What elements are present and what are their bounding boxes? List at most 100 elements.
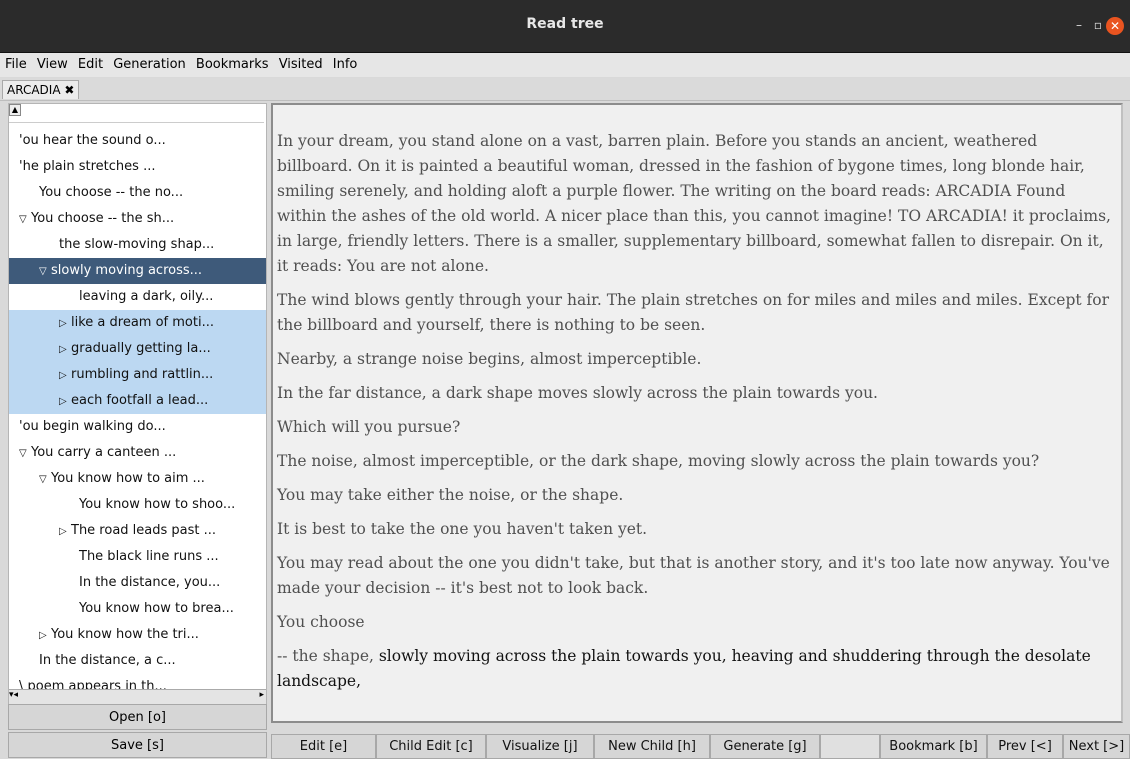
tree-node-label: You know how the tri... — [51, 627, 199, 642]
story-paragraph: It is best to take the one you haven't t… — [277, 520, 648, 538]
minimize-button[interactable]: – — [1076, 18, 1082, 32]
tree-node[interactable]: ▽ You know how to aim ... — [9, 466, 266, 492]
expand-arrow-icon[interactable]: ▷ — [59, 519, 71, 544]
tree-node[interactable]: You know how to brea... — [9, 596, 266, 622]
tree-node-label: In the distance, you... — [79, 575, 221, 590]
tree-node-label: slowly moving across... — [51, 263, 203, 278]
tree-header-field[interactable]: ▲ — [9, 104, 264, 123]
collapse-arrow-icon[interactable]: ▽ — [19, 207, 31, 232]
tree-node[interactable]: ▷ like a dream of moti... — [9, 310, 266, 336]
story-prefix: -- the shape, — [277, 647, 379, 665]
tree-panel: ▲ 'ou hear the sound o... 'he plain stret… — [8, 103, 267, 705]
expand-arrow-icon[interactable]: ▷ — [59, 389, 71, 414]
tree-node-label: the slow-moving shap... — [59, 237, 215, 252]
tree-node-label: leaving a dark, oily... — [79, 289, 214, 304]
tree-node[interactable]: 'ou begin walking do... — [9, 414, 266, 440]
menu-bar: File View Edit Generation Bookmarks Visi… — [0, 53, 1130, 77]
tree-node-label: You know how to brea... — [79, 601, 234, 616]
tree-node-label: 'ou hear the sound o... — [19, 133, 166, 148]
menu-edit[interactable]: Edit — [75, 53, 106, 76]
tree-node[interactable]: the slow-moving shap... — [9, 232, 266, 258]
scroll-right-icon[interactable]: ▸ — [259, 690, 264, 700]
scroll-down-left-icon[interactable]: ▾◂ — [9, 690, 18, 700]
story-text: In your dream, you stand alone on a vast… — [277, 129, 1117, 703]
tree-node[interactable]: leaving a dark, oily... — [9, 284, 266, 310]
tree-node[interactable]: ▷ rumbling and rattlin... — [9, 362, 266, 388]
story-paragraph: In your dream, you stand alone on a vast… — [277, 132, 1111, 275]
collapse-arrow-icon[interactable]: ▽ — [39, 467, 51, 492]
story-paragraph: Nearby, a strange noise begins, almost i… — [277, 350, 702, 368]
tree-node-label: You know how to aim ... — [51, 471, 205, 486]
open-button[interactable]: Open [o] — [8, 704, 267, 730]
collapse-arrow-icon[interactable]: ▽ — [19, 441, 31, 466]
tree-node-label: rumbling and rattlin... — [71, 367, 214, 382]
tree-node[interactable]: You choose -- the no... — [9, 180, 266, 206]
generate-button[interactable]: Generate [g] — [710, 734, 820, 759]
story-paragraph: You may take either the noise, or the sh… — [277, 486, 624, 504]
tree-node[interactable]: You know how to shoo... — [9, 492, 266, 518]
visualize-button[interactable]: Visualize [j] — [486, 734, 594, 759]
tree-node-label: You choose -- the sh... — [31, 211, 175, 226]
tree-node[interactable]: ▽ slowly moving across... — [9, 258, 266, 284]
close-button[interactable]: ✕ — [1106, 17, 1124, 35]
tree-node[interactable]: In the distance, you... — [9, 570, 266, 596]
tree-node[interactable]: ▷ You know how the tri... — [9, 622, 266, 648]
story-paragraph: In the far distance, a dark shape moves … — [277, 384, 878, 402]
tree-node-label: You carry a canteen ... — [31, 445, 177, 460]
menu-generation[interactable]: Generation — [110, 53, 189, 76]
tree-node[interactable]: 'ou hear the sound o... — [9, 128, 266, 154]
story-current-node-text: slowly moving across the plain towards y… — [277, 647, 1091, 690]
new-child-button[interactable]: New Child [h] — [594, 734, 710, 759]
tab-strip: ARCADIA ✖ — [0, 78, 1130, 101]
tree-node-label: 'he plain stretches ... — [19, 159, 156, 174]
expand-arrow-icon[interactable]: ▷ — [39, 623, 51, 648]
maximize-button[interactable]: ▫ — [1094, 18, 1102, 32]
window-title: Read tree — [526, 16, 604, 32]
next-button[interactable]: Next [>] — [1063, 734, 1130, 759]
prev-button[interactable]: Prev [<] — [987, 734, 1063, 759]
menu-visited[interactable]: Visited — [276, 53, 326, 76]
menu-file[interactable]: File — [2, 53, 30, 76]
tree-node[interactable]: ▷ each footfall a lead... — [9, 388, 266, 414]
tree-node[interactable]: 'he plain stretches ... — [9, 154, 266, 180]
tab-arcadia[interactable]: ARCADIA ✖ — [2, 80, 80, 99]
tree-list: 'ou hear the sound o... 'he plain stretch… — [9, 128, 266, 700]
tree-node-label: gradually getting la... — [71, 341, 211, 356]
story-paragraph: You may read about the one you didn't ta… — [277, 554, 1110, 597]
tree-node-label: each footfall a lead... — [71, 393, 209, 408]
tree-node[interactable]: In the distance, a c... — [9, 648, 266, 674]
expand-arrow-icon[interactable]: ▷ — [59, 337, 71, 362]
menu-view[interactable]: View — [34, 53, 71, 76]
tree-node[interactable]: ▷ gradually getting la... — [9, 336, 266, 362]
save-button[interactable]: Save [s] — [8, 732, 267, 758]
tab-close-icon[interactable]: ✖ — [64, 83, 74, 97]
tree-node-label: In the distance, a c... — [39, 653, 176, 668]
expand-arrow-icon[interactable]: ▷ — [59, 311, 71, 336]
tree-node-label: The road leads past ... — [71, 523, 217, 538]
tree-node[interactable]: ▷ The road leads past ... — [9, 518, 266, 544]
edit-button[interactable]: Edit [e] — [271, 734, 376, 759]
menu-info[interactable]: Info — [330, 53, 361, 76]
story-current-paragraph: -- the shape, slowly moving across the p… — [277, 644, 1117, 694]
action-toolbar: Edit [e] Child Edit [c] Visualize [j] Ne… — [271, 734, 1130, 759]
story-paragraph: You choose — [277, 613, 365, 631]
scroll-up-icon[interactable]: ▲ — [9, 104, 21, 116]
toolbar-spacer — [820, 734, 880, 759]
collapse-arrow-icon[interactable]: ▽ — [39, 259, 51, 284]
tree-node[interactable]: ▽ You carry a canteen ... — [9, 440, 266, 466]
story-text-area[interactable]: In your dream, you stand alone on a vast… — [271, 103, 1123, 723]
tree-node[interactable]: ▽ You choose -- the sh... — [9, 206, 266, 232]
child-edit-button[interactable]: Child Edit [c] — [376, 734, 486, 759]
tree-node-label: 'ou begin walking do... — [19, 419, 166, 434]
bookmark-button[interactable]: Bookmark [b] — [880, 734, 987, 759]
story-paragraph: Which will you pursue? — [277, 418, 461, 436]
tree-node-label: You choose -- the no... — [39, 185, 184, 200]
tree-node[interactable]: The black line runs ... — [9, 544, 266, 570]
expand-arrow-icon[interactable]: ▷ — [59, 363, 71, 388]
story-paragraph: The wind blows gently through your hair.… — [277, 291, 1110, 334]
horizontal-scrollbar[interactable]: ▾◂ ▸ — [9, 689, 266, 704]
menu-bookmarks[interactable]: Bookmarks — [193, 53, 272, 76]
tree-node-label: like a dream of moti... — [71, 315, 214, 330]
tree-node-label: You know how to shoo... — [79, 497, 236, 512]
tab-label: ARCADIA — [7, 83, 61, 97]
